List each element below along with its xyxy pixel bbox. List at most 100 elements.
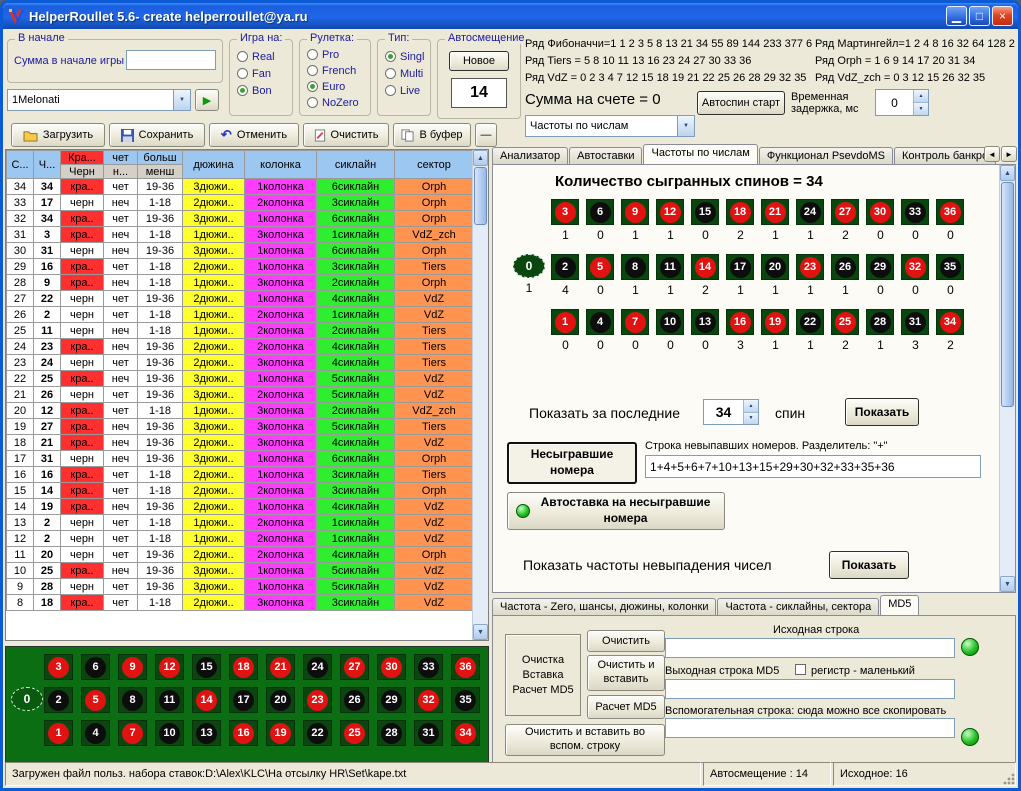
- number-tile-33[interactable]: 33: [414, 654, 443, 680]
- number-tile-3[interactable]: 3: [551, 199, 579, 225]
- scroll-up-icon[interactable]: ▲: [473, 150, 488, 166]
- number-tile-28[interactable]: 28: [377, 720, 406, 746]
- number-tile-23[interactable]: 23: [303, 687, 332, 713]
- number-tile-5[interactable]: 5: [81, 687, 110, 713]
- number-tile-19[interactable]: 19: [761, 309, 789, 335]
- spin-down-icon[interactable]: ▼: [744, 413, 758, 425]
- tab-md5[interactable]: MD5: [880, 595, 919, 615]
- history-row[interactable]: 122чернчет1-181дюжи..2колонка1сиклайнVdZ: [7, 531, 474, 547]
- history-row[interactable]: 3234кра..чет19-363дюжи..1колонка6сиклайн…: [7, 211, 474, 227]
- number-tile-9[interactable]: 9: [118, 654, 147, 680]
- history-row[interactable]: 132чернчет1-181дюжи..2колонка1сиклайнVdZ: [7, 515, 474, 531]
- load-button[interactable]: Загрузить: [11, 123, 105, 147]
- number-tile-17[interactable]: 17: [229, 687, 258, 713]
- col-header-spin[interactable]: С...: [7, 151, 34, 179]
- spin-down-icon[interactable]: ▼: [914, 103, 928, 115]
- history-row[interactable]: 3317черннеч1-182дюжи..2колонка3сиклайнOr…: [7, 195, 474, 211]
- number-tile-29[interactable]: 29: [377, 687, 406, 713]
- number-tile-15[interactable]: 15: [691, 199, 719, 225]
- number-tile-24[interactable]: 24: [796, 199, 824, 225]
- tab-scroll-left-icon[interactable]: ◄: [984, 146, 1000, 162]
- number-tile-14[interactable]: 14: [192, 687, 221, 713]
- number-tile-8[interactable]: 8: [118, 687, 147, 713]
- col-header-high[interactable]: больш: [138, 151, 183, 165]
- md5-clear-button[interactable]: Очистить: [587, 630, 665, 652]
- tab-анализатор[interactable]: Анализатор: [492, 147, 568, 164]
- number-tile-0[interactable]: 0: [11, 687, 43, 711]
- number-tile-13[interactable]: 13: [691, 309, 719, 335]
- history-row[interactable]: 2012кра..чет1-181дюжи..3колонка2сиклайнV…: [7, 403, 474, 419]
- number-tile-14[interactable]: 14: [691, 254, 719, 280]
- number-tile-36[interactable]: 36: [936, 199, 964, 225]
- scrollbar-thumb[interactable]: [474, 167, 487, 225]
- number-tile-1[interactable]: 1: [551, 309, 579, 335]
- history-row[interactable]: 1927кра..неч19-363дюжи..3колонка5сиклайн…: [7, 419, 474, 435]
- radio-multi[interactable]: Multi: [385, 66, 424, 81]
- chevron-down-icon[interactable]: ▼: [677, 116, 694, 136]
- number-tile-21[interactable]: 21: [266, 654, 295, 680]
- number-tile-11[interactable]: 11: [155, 687, 184, 713]
- history-row[interactable]: 2916кра..чет1-182дюжи..1колонка3сиклайнT…: [7, 259, 474, 275]
- number-tile-10[interactable]: 10: [656, 309, 684, 335]
- number-tile-32[interactable]: 32: [414, 687, 443, 713]
- spinner-buttons[interactable]: ▲▼: [743, 400, 758, 424]
- radio-fan[interactable]: Fan: [237, 66, 275, 81]
- md5-aux-input[interactable]: [665, 718, 955, 738]
- number-tile-31[interactable]: 31: [414, 720, 443, 746]
- number-tile-2[interactable]: 2: [551, 254, 579, 280]
- tab-контроль-банкро[interactable]: Контроль банкро: [894, 147, 996, 164]
- col-header-sector[interactable]: сектор: [395, 151, 474, 179]
- play-button[interactable]: ▶: [195, 89, 219, 111]
- md5-output-input[interactable]: [665, 679, 955, 699]
- radio-real[interactable]: Real: [237, 49, 275, 64]
- number-tile-26[interactable]: 26: [831, 254, 859, 280]
- md5-go-icon[interactable]: [961, 638, 979, 656]
- number-tile-35[interactable]: 35: [936, 254, 964, 280]
- radio-singl[interactable]: Singl: [385, 49, 424, 64]
- history-row[interactable]: 818кра..чет1-182дюжи..3колонка3сиклайнVd…: [7, 595, 474, 611]
- number-tile-35[interactable]: 35: [451, 687, 480, 713]
- col-subheader-low[interactable]: менш: [138, 165, 183, 179]
- number-tile-30[interactable]: 30: [377, 654, 406, 680]
- history-row[interactable]: 2511черннеч1-181дюжи..2колонка2сиклайнTi…: [7, 323, 474, 339]
- missing-freq-show-button[interactable]: Показать: [829, 551, 909, 579]
- history-row[interactable]: 289кра..неч1-181дюжи..3колонка2сиклайнOr…: [7, 275, 474, 291]
- number-tile-2[interactable]: 2: [44, 687, 73, 713]
- radio-bon[interactable]: Bon: [237, 83, 275, 98]
- copy-to-buffer-button[interactable]: В буфер: [393, 123, 471, 147]
- history-row[interactable]: 2423кра..неч19-362дюжи..2колонка4сиклайн…: [7, 339, 474, 355]
- tab-частота-zero-шансы-дюжины-колонки[interactable]: Частота - Zero, шансы, дюжины, колонки: [492, 598, 716, 615]
- history-row[interactable]: 313кра..неч1-181дюжи..3колонка1сиклайнVd…: [7, 227, 474, 243]
- number-tile-20[interactable]: 20: [266, 687, 295, 713]
- tab-частота-сиклайны-сектора[interactable]: Частота - сиклайны, сектора: [717, 598, 879, 615]
- autobet-button[interactable]: Автоставка на несыгравшие номера: [507, 492, 725, 530]
- number-tile-36[interactable]: 36: [451, 654, 480, 680]
- radio-pro[interactable]: Pro: [307, 47, 359, 62]
- tab-автоставки[interactable]: Автоставки: [569, 147, 642, 164]
- number-tile-15[interactable]: 15: [192, 654, 221, 680]
- maximize-button[interactable]: □: [969, 6, 990, 26]
- history-row[interactable]: 3031черннеч19-363дюжи..1колонка6сиклайнO…: [7, 243, 474, 259]
- tab-частоты-по-числам[interactable]: Частоты по числам: [643, 144, 757, 164]
- number-tile-34[interactable]: 34: [451, 720, 480, 746]
- number-tile-28[interactable]: 28: [866, 309, 894, 335]
- col-header-sixline[interactable]: сиклайн: [317, 151, 395, 179]
- number-tile-8[interactable]: 8: [621, 254, 649, 280]
- number-tile-13[interactable]: 13: [192, 720, 221, 746]
- start-sum-input[interactable]: [126, 50, 216, 70]
- not-played-input[interactable]: [645, 455, 981, 478]
- scroll-down-icon[interactable]: ▼: [473, 624, 488, 640]
- col-header-column[interactable]: колонка: [245, 151, 317, 179]
- history-row[interactable]: 1821кра..неч19-362дюжи..3колонка4сиклайн…: [7, 435, 474, 451]
- md5-calc-button[interactable]: Расчет MD5: [587, 695, 665, 719]
- scrollbar-thumb[interactable]: [1001, 182, 1014, 407]
- spin-up-icon[interactable]: ▲: [744, 400, 758, 413]
- history-row[interactable]: 262чернчет1-181дюжи..2колонка1сиклайнVdZ: [7, 307, 474, 323]
- number-tile-10[interactable]: 10: [155, 720, 184, 746]
- history-row[interactable]: 1120чернчет19-362дюжи..2колонка4сиклайнO…: [7, 547, 474, 563]
- number-tile-23[interactable]: 23: [796, 254, 824, 280]
- history-row[interactable]: 3434кра..чет19-363дюжи..1колонка6сиклайн…: [7, 179, 474, 195]
- number-tile-33[interactable]: 33: [901, 199, 929, 225]
- number-tile-27[interactable]: 27: [831, 199, 859, 225]
- history-row[interactable]: 1514кра..чет1-182дюжи..2колонка3сиклайнO…: [7, 483, 474, 499]
